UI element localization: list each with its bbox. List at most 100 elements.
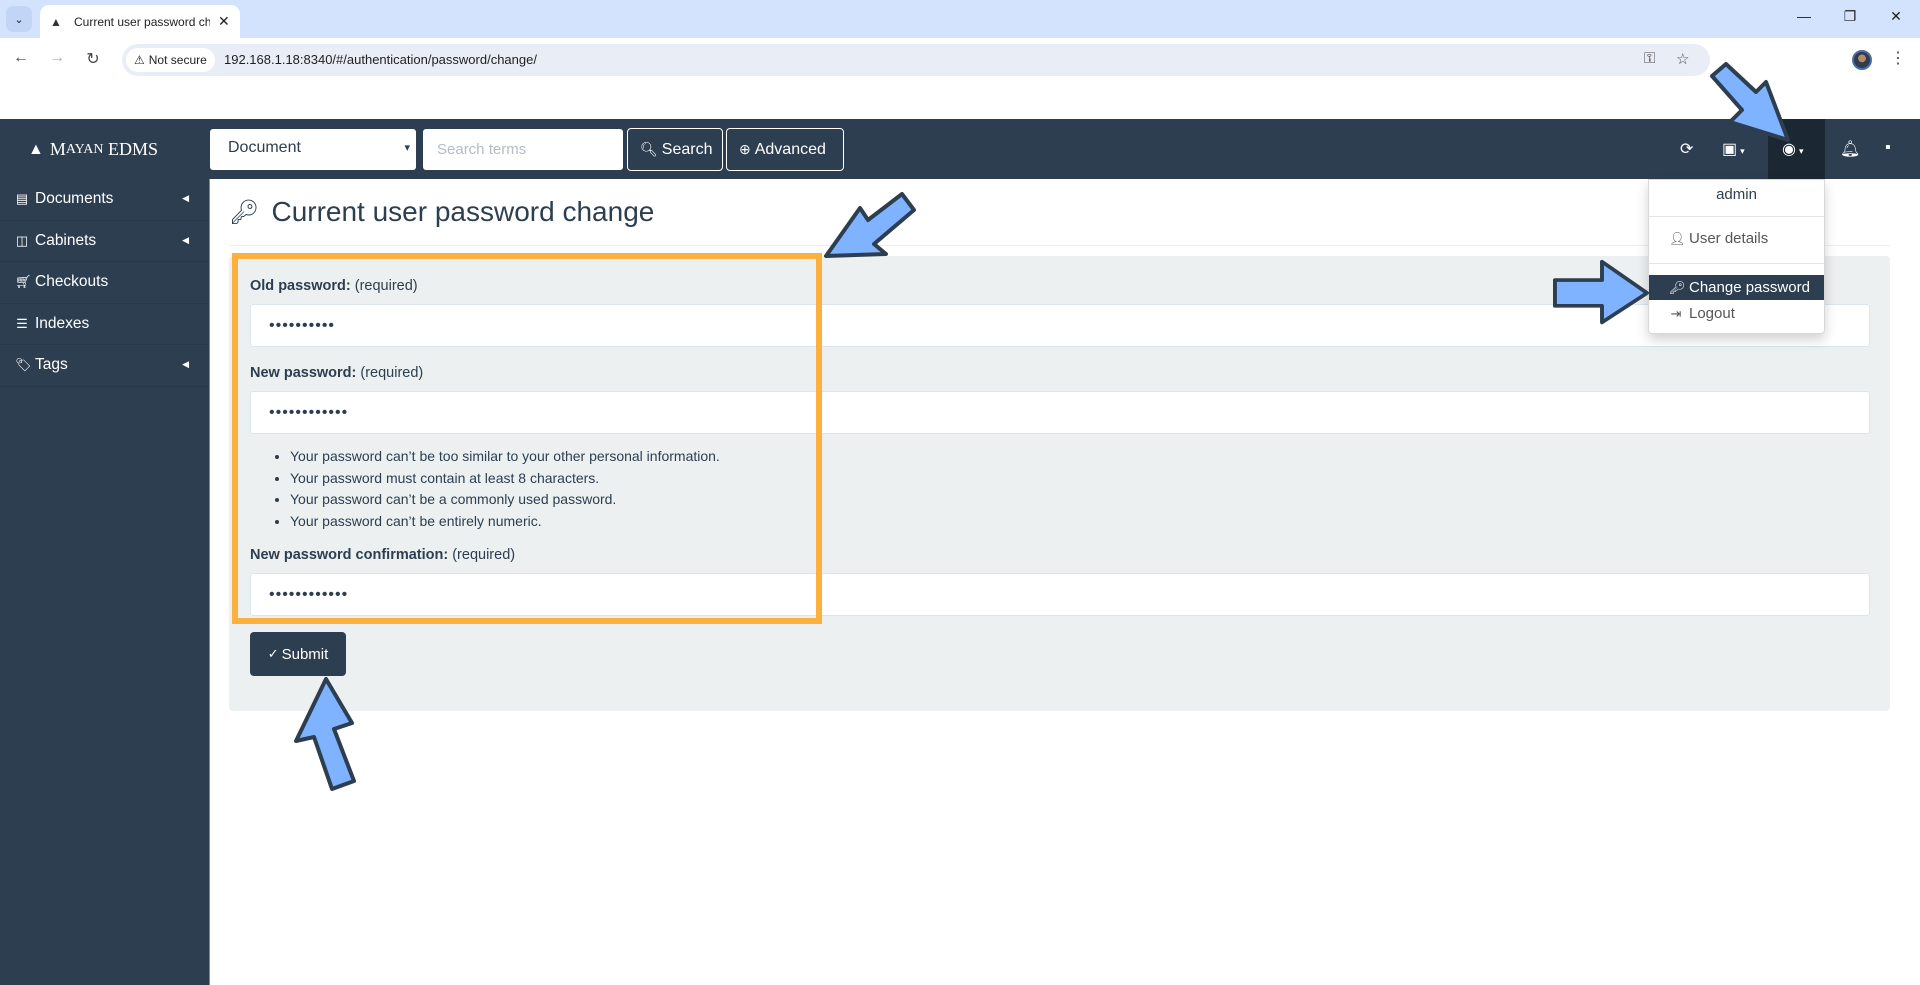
old-password-input[interactable] (250, 304, 1870, 347)
old-password-label: Old password: (required) (250, 278, 418, 294)
list-icon: ☰ (16, 315, 28, 331)
warning-icon: ⚠ (134, 53, 145, 67)
brand-text-edms: EDMS (103, 139, 158, 159)
submit-label: Submit (281, 645, 329, 663)
search-plus-icon: ⊕ (739, 141, 751, 157)
password-help-list: Your password can’t be too similar to yo… (290, 446, 720, 532)
caret-left-icon: ◀ (182, 193, 189, 203)
annotation-arrow-form (824, 192, 916, 258)
menu-item-user-details[interactable]: 👤︎ User details (1649, 226, 1824, 251)
menu-item-label: Change password (1689, 279, 1810, 296)
caret-left-icon: ◀ (182, 234, 189, 245)
tab-title: Current user password ch (74, 14, 210, 29)
menu-item-label: Logout (1689, 305, 1735, 322)
help-item: Your password can’t be too similar to yo… (290, 446, 720, 468)
new-password-label: New password: (required) (250, 365, 423, 381)
sidebar-item-documents[interactable]: ▤ Documents ◀ (0, 179, 209, 221)
minimize-icon[interactable]: — (1794, 8, 1814, 24)
new-password-label-text: New password: (250, 365, 357, 381)
title-divider (229, 245, 1890, 246)
help-item: Your password can’t be entirely numeric. (290, 511, 720, 533)
reload-icon[interactable]: ↻ (82, 49, 104, 69)
new-password-input[interactable] (250, 391, 1870, 434)
chevron-down-icon: ⌄ (14, 13, 24, 26)
browser-tab[interactable]: ▲ Current user password ch ✕ (40, 5, 240, 38)
refresh-icon[interactable]: ⟳ (1680, 139, 1693, 159)
key-icon: 🔑︎ (229, 198, 260, 226)
user-icon: 👤︎ (1669, 230, 1686, 246)
brand-text-m: M (49, 139, 66, 159)
user-circle-icon: ◉ ▾ (1782, 141, 1804, 158)
confirm-password-label-text: New password confirmation: (250, 547, 449, 563)
page-title-text: Current user password change (271, 196, 655, 227)
close-icon[interactable]: ✕ (1886, 8, 1906, 25)
back-arrow-icon[interactable]: ← (10, 49, 32, 67)
sidebar-item-checkouts[interactable]: 🛒︎ Checkouts (0, 262, 209, 304)
required-hint: (required) (448, 547, 516, 563)
required-hint: (required) (356, 365, 424, 381)
chevron-down-icon: ▾ (404, 142, 410, 154)
sidebar-item-label: Indexes (35, 314, 90, 332)
browser-tab-strip: ⌄ ▲ Current user password ch ✕ — ❐ ✕ (0, 0, 1920, 38)
tags-icon: 🏷︎ (15, 357, 32, 373)
book-icon: ▤ (15, 191, 29, 207)
pyramid-icon: ▲ (28, 140, 44, 158)
menu-item-label: User details (1689, 230, 1769, 247)
forward-arrow-icon[interactable]: → (46, 49, 68, 67)
sidebar-item-label: Tags (35, 356, 68, 374)
avatar[interactable] (1852, 50, 1872, 70)
star-icon[interactable]: ☆ (1676, 50, 1689, 68)
confirm-password-label: New password confirmation: (required) (250, 547, 515, 563)
search-button[interactable]: 🔍︎ Search (627, 128, 723, 171)
search-input[interactable] (423, 129, 623, 170)
cart-icon: 🛒︎ (15, 274, 32, 290)
search-model-value: Document (228, 139, 301, 156)
check-icon: ✓ (267, 646, 279, 661)
help-item: Your password must contain at least 8 ch… (290, 468, 720, 490)
sidebar-item-label: Checkouts (35, 273, 109, 291)
microchip-icon[interactable]: ▣ ▾ (1722, 139, 1745, 159)
message-icon[interactable]: ▪ (1885, 139, 1891, 157)
search-button-label: Search (661, 140, 713, 158)
columns-icon: ◫ (15, 232, 29, 248)
restore-icon[interactable]: ❐ (1840, 8, 1860, 25)
search-model-select[interactable]: Document ▾ (210, 129, 416, 170)
caret-left-icon: ◀ (182, 359, 189, 369)
sidebar: ▤ Documents ◀ ◫ Cabinets ◀ 🛒︎ Checkouts … (0, 179, 210, 985)
advanced-search-button[interactable]: ⊕ Advanced (726, 128, 844, 171)
sidebar-item-label: Documents (35, 190, 114, 208)
sidebar-item-label: Cabinets (35, 231, 97, 249)
tab-search-button[interactable]: ⌄ (6, 6, 32, 32)
close-icon[interactable]: ✕ (218, 13, 230, 30)
app-navbar: ▲ Mayan EDMS Document ▾ 🔍︎ Search ⊕ Adva… (0, 119, 1920, 179)
kebab-icon[interactable]: ⋮ (1890, 48, 1906, 68)
help-item: Your password can’t be a commonly used p… (290, 489, 720, 511)
dropdown-divider (1649, 216, 1824, 217)
search-icon: 🔍︎ (640, 141, 658, 157)
bell-icon[interactable]: 🔔︎ (1840, 139, 1860, 159)
menu-item-logout[interactable]: ⇥ Logout (1649, 301, 1824, 326)
confirm-password-input[interactable] (250, 573, 1870, 616)
menu-item-change-password[interactable]: 🔑︎ Change password (1649, 275, 1824, 300)
brand-text-ayan: ayan (65, 141, 104, 157)
url-text[interactable]: 192.168.1.18:8340/#/authentication/passw… (224, 52, 537, 67)
security-label: Not secure (148, 53, 207, 67)
advanced-button-label: Advanced (754, 140, 826, 158)
page-title: 🔑︎ Current user password change (229, 196, 654, 228)
brand-logo[interactable]: ▲ Mayan EDMS (28, 139, 158, 160)
old-password-label-text: Old password: (250, 278, 351, 294)
dropdown-divider (1649, 263, 1824, 264)
address-bar[interactable]: ⚠ Not secure 192.168.1.18:8340/#/authent… (122, 44, 1710, 76)
browser-toolbar: ← → ↻ ⚠ Not secure 192.168.1.18:8340/#/a… (0, 38, 1920, 82)
sidebar-item-cabinets[interactable]: ◫ Cabinets ◀ (0, 221, 209, 262)
key-icon[interactable]: ⚿ (1644, 50, 1655, 67)
user-dropdown-menu: admin 👤︎ User details 🔑︎ Change password… (1648, 179, 1825, 334)
sidebar-item-tags[interactable]: 🏷︎ Tags ◀ (0, 345, 209, 387)
username-header: admin (1716, 186, 1757, 203)
submit-button[interactable]: ✓ Submit (250, 632, 346, 676)
user-menu-toggle[interactable]: ◉ ▾ (1768, 119, 1825, 179)
required-hint: (required) (350, 278, 418, 294)
security-indicator[interactable]: ⚠ Not secure (126, 48, 215, 72)
sidebar-item-indexes[interactable]: ☰ Indexes (0, 304, 209, 345)
sign-out-icon: ⇥ (1670, 305, 1682, 321)
